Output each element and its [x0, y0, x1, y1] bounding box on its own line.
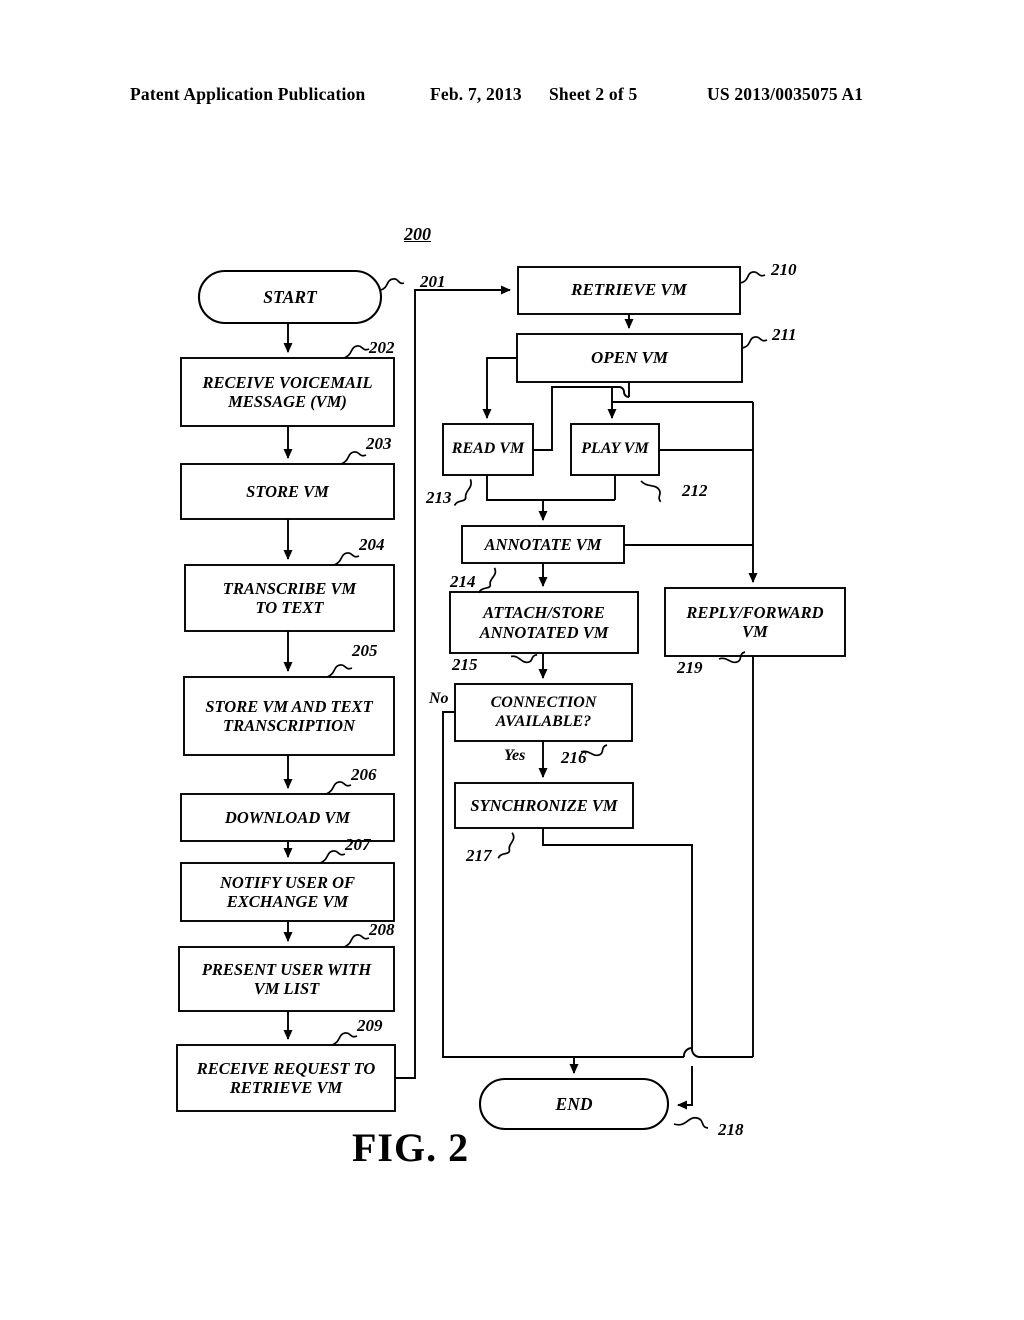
patent-figure-page: Patent Application Publication Feb. 7, 2… [0, 0, 1024, 1320]
node-receive-request-shape [176, 1044, 396, 1112]
node-notify-user-shape [180, 862, 395, 922]
ref-210: 210 [771, 260, 797, 279]
node-connection-shape [454, 683, 633, 742]
leader-210 [739, 271, 766, 284]
leader-201 [380, 278, 405, 291]
node-end-shape [478, 1077, 670, 1131]
leader-202 [343, 345, 370, 359]
leader-208 [343, 934, 370, 948]
leader-211 [741, 336, 768, 349]
node-store-vm-shape [180, 463, 395, 520]
leader-206 [325, 781, 352, 795]
edge-217-into-end [677, 1066, 693, 1110]
ref-212: 212 [682, 481, 708, 500]
edge-read-down [486, 475, 615, 501]
node-start-shape [197, 269, 383, 325]
ref-213: 213 [426, 488, 452, 507]
ref-206: 206 [351, 765, 377, 784]
node-open-vm-shape [516, 333, 743, 383]
ref-218: 218 [718, 1120, 744, 1139]
leader-214 [478, 567, 497, 594]
leader-204 [333, 552, 360, 566]
node-retrieve-vm-shape [517, 266, 741, 315]
node-reply-forward-shape [664, 587, 846, 657]
leader-203 [340, 451, 367, 465]
edge-217-to-end [542, 828, 693, 1048]
node-play-vm-shape [570, 423, 660, 476]
leader-207 [319, 850, 346, 864]
node-download-vm-shape [180, 793, 395, 842]
node-receive-vm-shape [180, 357, 395, 427]
node-transcribe-shape [184, 564, 395, 632]
diagram-number: 200 [404, 224, 431, 244]
node-present-list-shape [178, 946, 395, 1012]
node-store-vm-text-shape [183, 676, 395, 756]
ref-215: 215 [452, 655, 478, 674]
ref-208: 208 [369, 920, 395, 939]
branch-label-yes: Yes [504, 747, 526, 764]
leader-213 [453, 479, 472, 507]
leader-212 [640, 480, 662, 503]
ref-205: 205 [352, 641, 378, 660]
branch-label-no: No [429, 690, 449, 707]
figure-caption: FIG. 2 [352, 1125, 470, 1170]
ref-207: 207 [345, 835, 371, 854]
leader-218 [673, 1116, 709, 1129]
leader-209 [331, 1032, 358, 1046]
ref-204: 204 [359, 535, 385, 554]
leader-217 [497, 832, 515, 859]
ref-216: 216 [561, 748, 587, 767]
ref-201: 201 [420, 272, 446, 291]
ref-211: 211 [772, 325, 797, 344]
ref-219: 219 [677, 658, 703, 677]
node-annotate-vm-shape [461, 525, 625, 564]
flowchart-canvas [176, 266, 846, 1131]
ref-203: 203 [366, 434, 392, 453]
leader-205 [326, 664, 353, 678]
node-attach-store-shape [449, 591, 639, 654]
ref-217: 217 [466, 846, 492, 865]
ref-214: 214 [450, 572, 476, 591]
node-synchronize-shape [454, 782, 634, 829]
edge-217-hop [683, 1047, 701, 1058]
node-read-vm-shape [442, 423, 534, 476]
ref-209: 209 [357, 1016, 383, 1035]
leader-215 [510, 653, 538, 664]
ref-202: 202 [369, 338, 395, 357]
edge-211-to-read [482, 357, 517, 419]
